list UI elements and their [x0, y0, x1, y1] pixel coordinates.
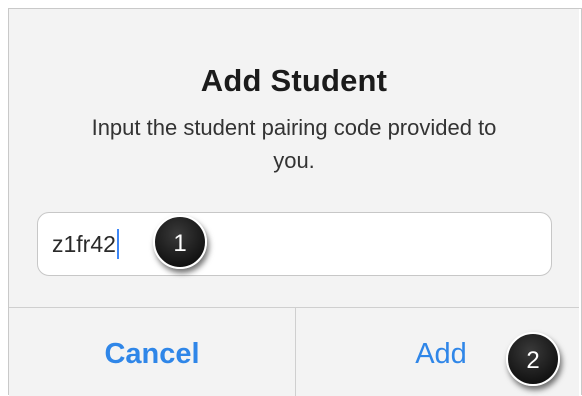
dialog-title: Add Student [200, 63, 388, 98]
add-student-dialog: Add Student Input the student pairing co… [9, 9, 579, 396]
cancel-button[interactable]: Cancel [9, 308, 295, 396]
step-1-marker: 1 [153, 215, 207, 269]
add-button[interactable]: Add [391, 308, 491, 396]
text-caret [116, 228, 119, 259]
step-2-marker: 2 [506, 332, 560, 386]
pairing-code-input[interactable]: z1fr42 [37, 212, 552, 276]
pairing-code-value: z1fr42 [52, 231, 116, 257]
button-separator [295, 308, 296, 396]
dialog-message: Input the student pairing code provided … [91, 115, 497, 173]
